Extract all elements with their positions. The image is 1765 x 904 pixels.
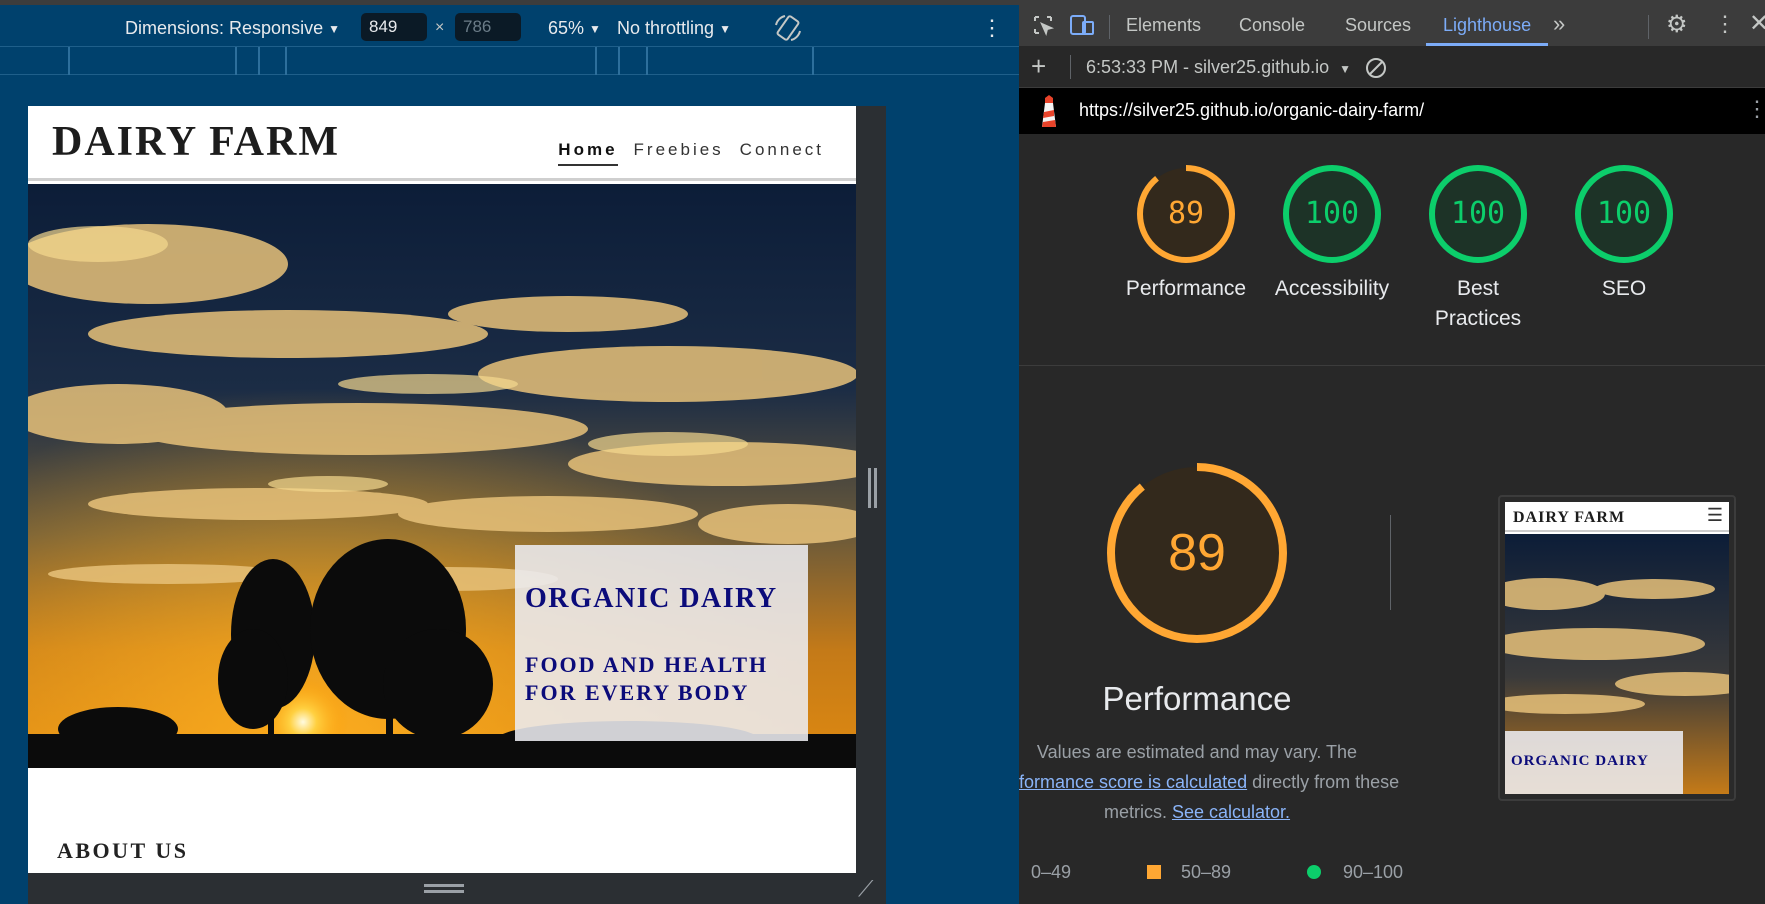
- tab-sources[interactable]: Sources: [1345, 15, 1411, 36]
- performance-description: Values are estimated and may vary. The f…: [1019, 737, 1399, 827]
- kebab-menu-icon[interactable]: ⋮: [1746, 96, 1765, 122]
- hamburger-menu-icon: ☰: [1706, 505, 1723, 525]
- report-url-bar: https://silver25.github.io/organic-dairy…: [1019, 88, 1765, 134]
- gauge-value: 100: [1304, 196, 1360, 231]
- gauge-label: Best Practices: [1405, 274, 1551, 334]
- zoom-value: 65%: [548, 18, 585, 38]
- hero-image: ORGANIC DAIRY FOOD AND HEALTH FOR EVERY …: [28, 184, 856, 768]
- gauge-label-line-2: Practices: [1434, 307, 1522, 330]
- performance-title: Performance: [1102, 680, 1292, 717]
- thumbnail-hero-card: ORGANIC DAIRY: [1505, 731, 1683, 794]
- report-url[interactable]: https://silver25.github.io/organic-dairy…: [1079, 100, 1424, 121]
- site-header: DAIRY FARM Home Freebies Connect: [28, 106, 856, 181]
- throttling-value: No throttling: [617, 18, 715, 38]
- desc-line-3-head: metrics.: [1103, 802, 1172, 822]
- desc-line-1: Values are estimated and may vary. The: [1036, 742, 1358, 762]
- legend-average-square: [1147, 865, 1161, 879]
- hero-heading: ORGANIC DAIRY: [525, 583, 778, 614]
- gauge-label: Performance: [1125, 277, 1247, 300]
- caret-down-icon: ▼: [1339, 62, 1352, 76]
- dimensions-label: Dimensions: Responsive: [125, 18, 324, 38]
- rotate-icon[interactable]: [773, 13, 803, 43]
- performance-detail: 89 Performance Values are estimated and …: [1019, 367, 1765, 904]
- gauge-value: 100: [1596, 196, 1652, 231]
- caret-down-icon: ▼: [589, 21, 601, 36]
- thumbnail-hero: ORGANIC DAIRY: [1505, 534, 1729, 794]
- gauge-best-practices[interactable]: 100 Best Practices: [1405, 164, 1551, 334]
- kebab-menu-icon[interactable]: ⋮: [981, 15, 1003, 41]
- plus-icon[interactable]: +: [1031, 51, 1046, 82]
- dimensions-dropdown[interactable]: Dimensions: Responsive ▼: [125, 18, 340, 39]
- gauge-accessibility[interactable]: 100 Accessibility: [1259, 164, 1405, 304]
- close-icon[interactable]: ✕: [1749, 9, 1765, 38]
- gear-icon[interactable]: ⚙: [1666, 10, 1688, 39]
- hero-tagline-line-1: FOOD AND HEALTH: [525, 652, 769, 677]
- legend-fail-label: 0–49: [1031, 862, 1072, 882]
- gauge-value: 89: [1167, 196, 1205, 231]
- corner-resize-handle[interactable]: ⟋: [858, 876, 873, 902]
- lighthouse-toolbar: + 6:53:33 PM - silver25.github.io ▼: [1019, 46, 1765, 88]
- device-toolbar-icon[interactable]: [1069, 13, 1097, 42]
- site-logo[interactable]: DAIRY FARM: [52, 118, 340, 166]
- site-nav: Home Freebies Connect: [558, 140, 824, 166]
- legend-average-label: 50–89: [1181, 862, 1232, 882]
- zoom-dropdown[interactable]: 65% ▼: [548, 18, 601, 39]
- device-toolbar: Dimensions: Responsive ▼ 849 × 786 65% ▼…: [0, 0, 1019, 46]
- nav-home-link[interactable]: Home: [558, 140, 618, 166]
- bottom-resize-handle[interactable]: [28, 873, 886, 904]
- final-screenshot-thumbnail[interactable]: DAIRY FARM ☰ ORGANIC DAIRY: [1498, 495, 1736, 801]
- emulated-website: DAIRY FARM Home Freebies Connect ORGANIC…: [28, 106, 856, 873]
- see-calculator-link[interactable]: See calculator.: [1172, 802, 1290, 822]
- gauge-label: SEO: [1601, 277, 1647, 300]
- clear-icon[interactable]: [1364, 56, 1388, 85]
- nav-connect-link[interactable]: Connect: [740, 140, 824, 166]
- desc-line-2-tail: directly from these: [1247, 772, 1400, 792]
- tab-lighthouse[interactable]: Lighthouse: [1443, 15, 1531, 36]
- gauge-seo[interactable]: 100 SEO: [1551, 164, 1697, 304]
- report-selector[interactable]: 6:53:33 PM - silver25.github.io ▼: [1086, 57, 1351, 78]
- gauge-value: 100: [1450, 196, 1506, 231]
- device-emulation-pane: Dimensions: Responsive ▼ 849 × 786 65% ▼…: [0, 0, 1019, 904]
- tab-elements[interactable]: Elements: [1126, 15, 1201, 36]
- hero-tagline-line-2: FOR EVERY BODY: [525, 680, 750, 705]
- media-query-ruler: [0, 46, 1019, 75]
- throttling-dropdown[interactable]: No throttling ▼: [617, 18, 731, 39]
- performance-score: 89: [1168, 524, 1226, 582]
- score-calculated-link[interactable]: formance score is calculated: [1019, 772, 1247, 792]
- report-selector-label: 6:53:33 PM - silver25.github.io: [1086, 57, 1330, 77]
- nav-freebies-link[interactable]: Freebies: [634, 140, 724, 166]
- thumbnail-header: DAIRY FARM ☰: [1505, 502, 1729, 532]
- legend-pass-label: 90–100: [1343, 862, 1404, 882]
- devtools-tab-bar: Elements Console Sources Lighthouse » ⚙ …: [1019, 0, 1765, 46]
- caret-down-icon: ▼: [719, 21, 731, 36]
- width-input[interactable]: 849: [361, 13, 427, 41]
- performance-big-gauge: 89: [1106, 462, 1288, 644]
- height-input[interactable]: 786: [455, 13, 521, 41]
- gauge-label-line-1: Best: [1456, 277, 1500, 300]
- caret-down-icon: ▼: [328, 21, 340, 36]
- thumbnail-logo: DAIRY FARM: [1513, 509, 1626, 526]
- right-resize-handle[interactable]: [856, 106, 886, 903]
- score-summary: 89 Performance 100 Accessibility 100 Bes…: [1019, 134, 1765, 366]
- tab-console[interactable]: Console: [1239, 15, 1305, 36]
- hero-card: ORGANIC DAIRY FOOD AND HEALTH FOR EVERY …: [515, 545, 808, 741]
- chevron-double-right-icon[interactable]: »: [1553, 11, 1565, 37]
- gauge-label: Accessibility: [1274, 277, 1390, 300]
- about-heading: ABOUT US: [57, 838, 189, 863]
- gauge-performance[interactable]: 89 Performance: [1113, 164, 1259, 304]
- legend-pass-dot: [1307, 865, 1321, 879]
- inspect-element-icon[interactable]: [1031, 13, 1055, 42]
- devtools-panel: Elements Console Sources Lighthouse » ⚙ …: [1019, 0, 1765, 904]
- kebab-menu-icon[interactable]: ⋮: [1714, 11, 1736, 37]
- dimension-separator: ×: [435, 19, 445, 36]
- lighthouse-icon: [1036, 95, 1062, 134]
